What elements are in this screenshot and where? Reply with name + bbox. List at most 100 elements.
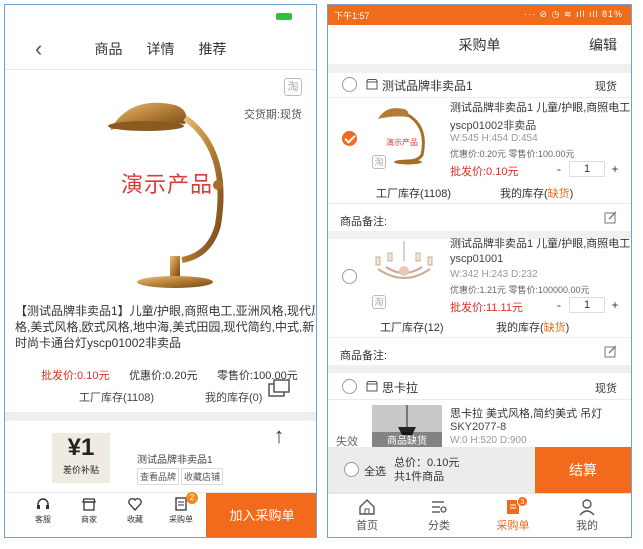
product-dimensions: W:342 H:243 D:232 [450, 269, 538, 280]
remark-label: 商品备注: [340, 216, 388, 228]
product-title[interactable]: 测试品牌非卖品1 儿童/护眼,商照电工,亚洲风格 [450, 101, 630, 115]
quantity-input[interactable]: 1 [569, 297, 605, 313]
heart-icon [128, 497, 142, 511]
tab-label: 采购单 [169, 515, 193, 524]
wholesale-price: 批发价:0.10元 [41, 370, 110, 382]
shop-group: 测试品牌非卖品1 现货 演示产品 淘 测试品牌非卖品1 儿童/护眼,商照电工,亚… [328, 73, 631, 207]
shop-name[interactable]: 思卡拉 [382, 379, 418, 396]
item-select-checkbox[interactable] [342, 131, 357, 146]
multi-window-icon[interactable] [267, 378, 291, 398]
view-brand-button[interactable]: 查看品牌 [137, 468, 180, 485]
stock-tag: 现货 [595, 81, 617, 93]
product-sub-prices: 优惠价:1.21元 零售价:100000.00元 [450, 285, 590, 295]
taobao-icon[interactable]: 淘 [284, 78, 302, 96]
item-select-checkbox[interactable] [342, 269, 357, 284]
tab-purchase-list[interactable]: 采购单 3 [488, 496, 538, 533]
out-of-stock-label: 缺货 [543, 322, 566, 334]
product-thumbnail[interactable]: 淘 [372, 239, 442, 311]
shop-select-radio[interactable] [342, 77, 357, 92]
decrease-button[interactable]: - [549, 162, 569, 176]
add-to-purchase-list-button[interactable]: 加入采购单 [206, 493, 316, 537]
product-title[interactable]: 测试品牌非卖品1 儿童/护眼,商照电工,亚洲风格 [450, 237, 630, 251]
total-price: 总价：0.10元 [394, 457, 460, 469]
tab-label: 首页 [356, 520, 378, 532]
page-title: 采购单 [458, 37, 501, 53]
cart-count-badge: 3 [517, 496, 528, 507]
checkout-bar: 全选 总价：0.10元 共1件商品 结算 [328, 447, 631, 493]
status-bar: 下午1:57 ··· ⊘ ◷ ≋ ıll ıll 81% [328, 5, 631, 25]
product-title-line: 格,美式风格,欧式风格,地中海,美式田园,现代简约,中式,新古 [15, 320, 315, 334]
delivery-label: 交货期:现货 [243, 109, 302, 121]
tab-home[interactable]: 首页 [342, 498, 392, 533]
product-thumbnail[interactable]: 演示产品 淘 [372, 103, 442, 175]
product-image-area[interactable]: 淘 交货期:现货 演示产品 [5, 70, 316, 290]
battery-icon [276, 13, 292, 20]
tab-merchant[interactable]: 商家 [71, 496, 107, 525]
order-summary: 总价：0.10元 共1件商品 [394, 456, 459, 484]
tab-mine[interactable]: 我的 [562, 498, 612, 533]
store-actions: 查看品牌 收藏店铺 [137, 468, 224, 485]
subsidy-caption: 差价补贴 [62, 465, 99, 475]
back-arrow-icon[interactable]: ‹ [35, 36, 42, 62]
my-stock-suffix: ) [565, 322, 570, 334]
status-icons: ··· ⊘ ◷ ≋ ıll ıll [524, 9, 599, 19]
divider [328, 203, 631, 204]
detail-bottom-bar: 客服 商家 收藏 采购单 2 加入采购单 [5, 492, 316, 537]
increase-button[interactable]: + [605, 298, 625, 312]
divider [328, 337, 631, 338]
discount-price: 优惠价:0.20元 [129, 370, 198, 382]
my-stock: 我的库存(缺货) [500, 185, 573, 201]
stock-tag: 现货 [595, 383, 617, 395]
tab-purchase-list[interactable]: 采购单 2 [163, 492, 199, 525]
taobao-icon[interactable]: 淘 [372, 155, 386, 169]
tab-label: 收藏 [127, 515, 143, 524]
store-card: ¥1 差价补贴 测试品牌非卖品1 查看品牌 收藏店铺 [5, 421, 316, 485]
product-dimensions: W:545 H:454 D:454 [450, 133, 538, 144]
taobao-icon[interactable]: 淘 [372, 295, 386, 309]
my-stock-label: 我的库存( [496, 322, 544, 334]
battery-level: 81% [601, 9, 623, 19]
quantity-input[interactable]: 1 [569, 161, 605, 177]
home-icon [359, 499, 375, 515]
chandelier-thumbnail-image [375, 241, 433, 279]
remark-label: 商品备注: [340, 350, 388, 362]
shop-name[interactable]: 测试品牌非卖品1 [382, 77, 473, 94]
tab-favorite[interactable]: 收藏 [117, 496, 153, 525]
purchase-list-screen: 下午1:57 ··· ⊘ ◷ ≋ ıll ıll 81% 采购单 编辑 测试品牌… [327, 4, 632, 538]
section-gap [328, 65, 631, 73]
select-all-label[interactable]: 全选 [344, 463, 386, 479]
shop-group: 思卡拉 现货 失效 商品缺货 思卡拉 美式风格,简约美式 吊灯 SKY2077-… [328, 375, 631, 448]
status-time: 下午1:57 [334, 11, 370, 21]
shop-select-radio[interactable] [342, 379, 357, 394]
checkout-button[interactable]: 结算 [535, 447, 631, 493]
decrease-button[interactable]: - [549, 298, 569, 312]
product-thumbnail[interactable]: 商品缺货 [372, 405, 442, 447]
page-header: 采购单 编辑 [328, 25, 631, 65]
shop-group: 淘 测试品牌非卖品1 儿童/护眼,商照电工,亚洲风格 yscp01001 W:3… [328, 233, 631, 343]
increase-button[interactable]: + [605, 162, 625, 176]
edit-note-icon[interactable] [604, 211, 617, 224]
quantity-stepper: - 1 + [549, 161, 625, 177]
out-of-stock-label: 缺货 [547, 188, 570, 200]
tab-customer-service[interactable]: 客服 [25, 496, 61, 525]
edit-note-icon[interactable] [604, 345, 617, 358]
product-title-line: 【测试品牌非卖品1】儿童/护眼,商照电工,亚洲风格,现代风 [15, 304, 315, 318]
product-title[interactable]: 思卡拉 美式风格,简约美式 吊灯 [450, 407, 630, 421]
product-sku: SKY2077-8 [450, 421, 507, 433]
shop-icon [366, 381, 378, 392]
edit-button[interactable]: 编辑 [589, 25, 617, 65]
demo-product-label: 演示产品 [121, 173, 214, 198]
tab-recommend[interactable]: 推荐 [199, 39, 227, 59]
divider [328, 399, 631, 400]
shop-icon [366, 79, 378, 90]
tab-product[interactable]: 商品 [95, 39, 123, 59]
tab-category[interactable]: 分类 [414, 498, 464, 533]
tab-details[interactable]: 详情 [147, 39, 175, 59]
product-sku: yscp01002非卖品 [450, 120, 537, 132]
divider [328, 97, 631, 98]
my-stock: 我的库存(0) [205, 392, 263, 404]
factory-stock: 工厂库存(12) [380, 322, 444, 334]
my-stock-label: 我的库存( [500, 188, 548, 200]
collect-store-button[interactable]: 收藏店铺 [181, 468, 224, 485]
my-stock: 我的库存(缺货) [496, 319, 569, 335]
